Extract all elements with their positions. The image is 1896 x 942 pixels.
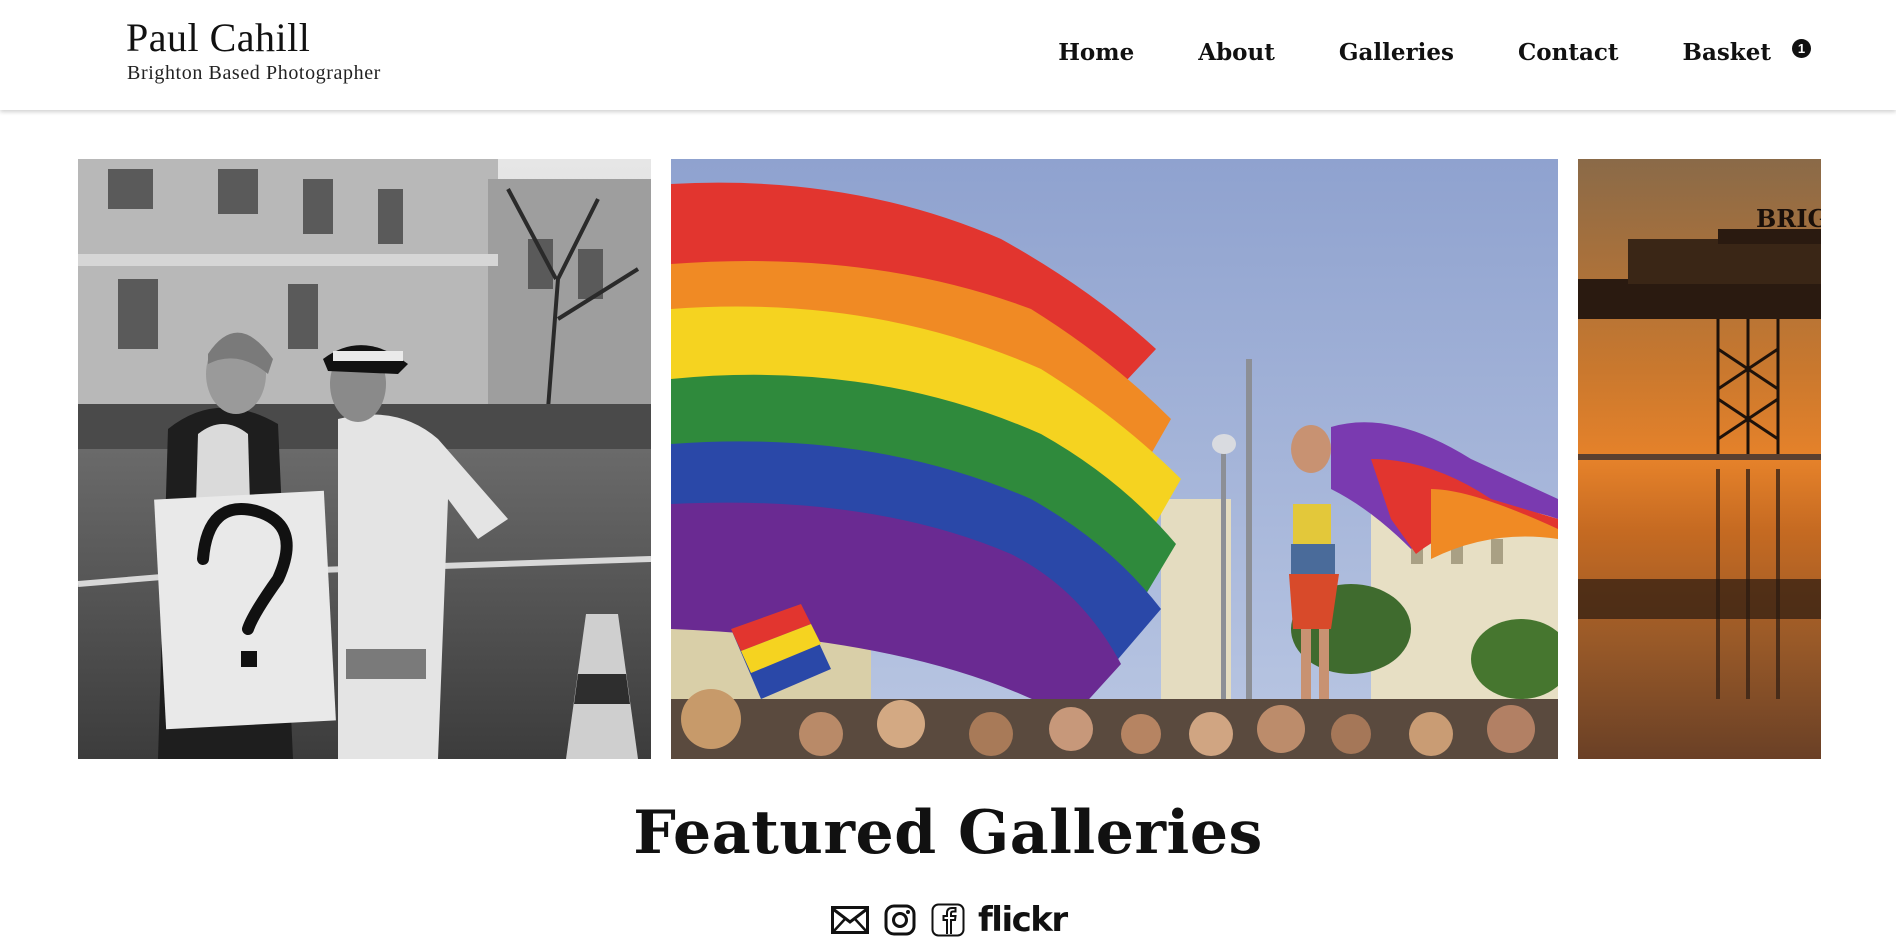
basket-count-badge: 1: [1792, 39, 1811, 58]
main-nav: Home About Galleries Contact Basket 1: [1058, 36, 1811, 70]
pride-photo: [671, 159, 1558, 759]
flickr-logo[interactable]: flickr: [978, 900, 1068, 940]
nav-contact[interactable]: Contact: [1518, 36, 1619, 70]
facebook-icon[interactable]: [928, 900, 968, 940]
instagram-icon[interactable]: [880, 900, 920, 940]
carousel-slide-pride[interactable]: [671, 159, 1558, 759]
nav-about[interactable]: About: [1198, 36, 1275, 70]
pier-sign-text: BRIG: [1756, 204, 1821, 233]
pier-photo: BRIG: [1578, 159, 1821, 759]
protest-photo: [78, 159, 651, 759]
carousel-slide-pier[interactable]: BRIG: [1578, 159, 1821, 759]
image-carousel[interactable]: BRIG: [78, 159, 1821, 759]
site-tagline: Brighton Based Photographer: [127, 62, 381, 84]
nav-home[interactable]: Home: [1058, 36, 1134, 70]
flickr-label: flickr: [978, 900, 1068, 940]
social-links: flickr: [830, 900, 1068, 940]
nav-galleries[interactable]: Galleries: [1339, 36, 1454, 70]
featured-galleries-heading: Featured Galleries: [633, 798, 1263, 868]
mail-icon[interactable]: [830, 900, 870, 940]
site-title[interactable]: Paul Cahill: [126, 14, 310, 61]
carousel-slide-protest[interactable]: [78, 159, 651, 759]
site-header: Paul Cahill Brighton Based Photographer …: [0, 0, 1896, 110]
nav-basket[interactable]: Basket 1: [1682, 36, 1811, 70]
nav-basket-label: Basket: [1682, 39, 1772, 66]
